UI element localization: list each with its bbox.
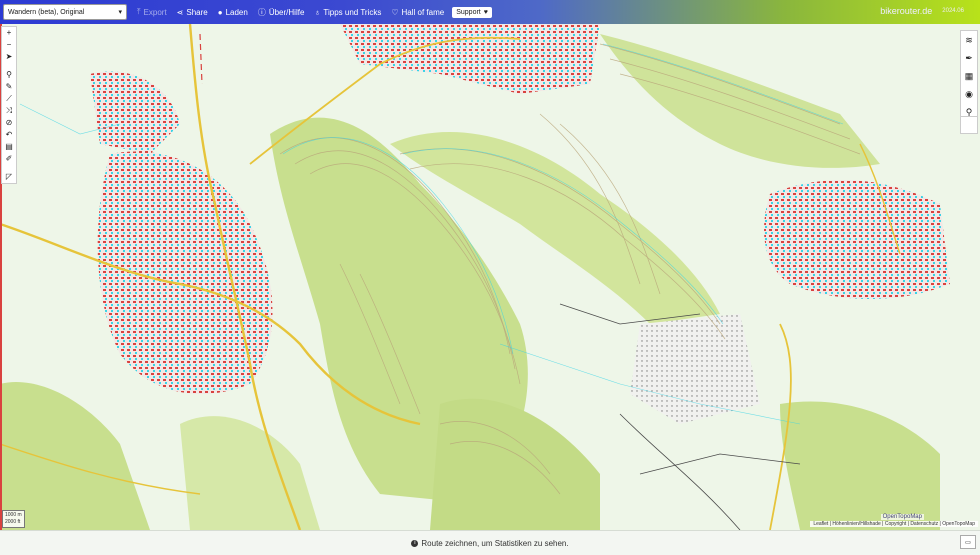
scale-bar: 1000 m 2000 ft [2, 510, 25, 528]
hall-of-fame-label: Hall of fame [401, 7, 445, 17]
top-navbar: Wandern (beta), Original ▾ ⤒ Export ⋖ Shar… [0, 0, 980, 24]
scale-metric: 1000 m [5, 512, 22, 518]
wrench-icon[interactable]: ✒ [962, 49, 976, 67]
table-icon[interactable]: ▦ [962, 67, 976, 85]
share-button[interactable]: ⋖ Share [177, 8, 208, 17]
attribution-opentopomap[interactable]: OpenTopoMap [880, 514, 924, 520]
collapse-button[interactable]: ▭ [960, 535, 976, 549]
no-go-icon[interactable]: ⊘ [3, 117, 15, 129]
share-icon: ⋖ [176, 7, 184, 17]
load-button[interactable]: ● Laden [218, 8, 248, 17]
hall-of-fame-button[interactable]: ♡ Hall of fame [391, 8, 444, 17]
version-label: 2024.06 [942, 8, 964, 14]
load-label: Laden [225, 7, 248, 17]
info-icon: i [411, 539, 419, 547]
tips-label: Tipps und Tricks [323, 7, 382, 17]
town-boll [764, 180, 950, 299]
profile-select[interactable]: Wandern (beta), Original ▾ [3, 4, 127, 20]
profile-select-value: Wandern (beta), Original [8, 8, 85, 16]
search-icon[interactable]: ⚲ [3, 69, 15, 81]
chevron-down-icon: ▾ [118, 9, 122, 16]
delete-icon[interactable]: ▤ [3, 141, 15, 153]
user-icon: ● [217, 7, 223, 17]
about-help-button[interactable]: ⓘ Über/Hilfe [258, 7, 305, 18]
scale-imperial: 2000 ft [5, 519, 21, 525]
export-button[interactable]: ⤒ Export [137, 7, 167, 17]
map-attribution[interactable]: Leaflet | Höhenlinien/Hillshade | Copyri… [810, 521, 978, 527]
undo-icon[interactable]: ↶ [3, 129, 15, 141]
info-icon: ⓘ [257, 7, 266, 17]
heart-icon: ♡ [391, 7, 399, 17]
left-toolbar: + − ➤ ⚲ ✎ ⟋ ⤨ ⊘ ↶ ▤ ✐ ◸ [1, 26, 17, 184]
zoom-out-button[interactable]: − [3, 39, 15, 51]
globe-icon[interactable]: ◉ [962, 85, 976, 103]
share-label: Share [186, 7, 208, 17]
brand-logo: bikerouter.de [880, 6, 933, 16]
stats-message: Route zeichnen, um Statistiken zu sehen. [421, 538, 569, 548]
stats-bar: i Route zeichnen, um Statistiken zu sehe… [0, 530, 980, 555]
about-help-label: Über/Hilfe [268, 7, 305, 17]
tips-button[interactable]: ♁ Tipps und Tricks [314, 8, 381, 17]
edit-icon[interactable]: ✐ [3, 153, 15, 165]
topo-map [0, 24, 980, 530]
support-label: Support [456, 8, 481, 16]
chart-icon[interactable]: ◸ [3, 171, 15, 183]
layers-icon[interactable]: ≋ [962, 31, 976, 49]
bulb-icon: ♁ [314, 7, 321, 17]
right-toolbar: ≋ ✒ ▦ ◉ ⚲ [960, 30, 978, 122]
map-canvas[interactable]: 1000 m 2000 ft [0, 24, 980, 530]
export-icon: ⤒ [137, 7, 141, 16]
reverse-icon[interactable]: ⤨ [3, 105, 15, 117]
sidebar-toggle-button[interactable] [960, 116, 978, 134]
draw-route-icon[interactable]: ✎ [3, 81, 15, 93]
line-icon[interactable]: ⟋ [3, 93, 15, 105]
export-label: Export [143, 7, 167, 17]
heart-icon: ♥ [483, 8, 488, 16]
zoom-in-button[interactable]: + [3, 27, 15, 39]
brand[interactable]: bikerouter.de 2024.06 [880, 6, 964, 16]
support-button[interactable]: Support ♥ [452, 6, 492, 18]
locate-icon[interactable]: ➤ [3, 51, 15, 63]
